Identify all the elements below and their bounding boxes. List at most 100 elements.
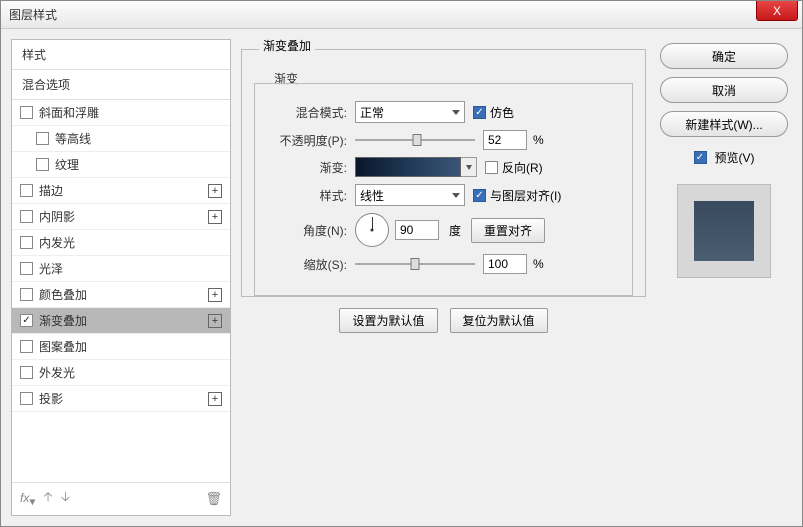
make-default-button[interactable]: 设置为默认值 xyxy=(339,308,437,333)
default-buttons-row: 设置为默认值 复位为默认值 xyxy=(254,308,633,333)
gradient-swatch[interactable] xyxy=(355,157,461,177)
checkbox-icon[interactable] xyxy=(20,288,33,301)
chevron-down-icon xyxy=(452,110,460,115)
scale-input[interactable]: 100 xyxy=(483,254,527,274)
scale-slider[interactable] xyxy=(355,263,475,265)
style-item-drop-shadow[interactable]: 投影 + xyxy=(12,386,230,412)
checkbox-icon[interactable] xyxy=(20,210,33,223)
style-item-satin[interactable]: 光泽 xyxy=(12,256,230,282)
style-item-label: 投影 xyxy=(39,390,208,407)
style-item-label: 等高线 xyxy=(55,130,222,147)
add-effect-icon[interactable]: + xyxy=(208,210,222,224)
ok-button[interactable]: 确定 xyxy=(660,43,788,69)
chevron-down-icon xyxy=(466,165,472,170)
close-icon: X xyxy=(773,4,781,18)
move-down-icon[interactable]: 🡣 xyxy=(61,488,70,510)
blend-mode-select[interactable]: 正常 xyxy=(355,101,465,123)
cancel-button[interactable]: 取消 xyxy=(660,77,788,103)
add-effect-icon[interactable]: + xyxy=(208,288,222,302)
add-effect-icon[interactable]: + xyxy=(208,392,222,406)
trash-icon[interactable]: 🗑 xyxy=(205,491,222,507)
style-item-label: 光泽 xyxy=(39,260,222,277)
chevron-down-icon xyxy=(452,193,460,198)
angle-row: 角度(N): 90 度 重置对齐 xyxy=(267,213,620,247)
checkbox-icon[interactable] xyxy=(36,158,49,171)
gradient-picker-button[interactable] xyxy=(461,157,477,177)
align-checkbox[interactable] xyxy=(473,189,486,202)
blend-mode-label: 混合模式: xyxy=(267,104,355,121)
new-style-button[interactable]: 新建样式(W)... xyxy=(660,111,788,137)
percent-label: % xyxy=(533,133,544,147)
styles-list-panel: 样式 混合选项 斜面和浮雕 等高线 纹理 描边 + 内阴影 xyxy=(11,39,231,516)
angle-unit-label: 度 xyxy=(449,222,461,239)
angle-center-icon xyxy=(371,229,374,232)
fx-menu-icon[interactable]: fx▾ xyxy=(20,490,35,509)
style-select[interactable]: 线性 xyxy=(355,184,465,206)
opacity-slider[interactable] xyxy=(355,139,475,141)
close-button[interactable]: X xyxy=(756,1,798,21)
preview-toggle[interactable]: 预览(V) xyxy=(694,149,755,166)
style-item-label: 斜面和浮雕 xyxy=(39,104,222,121)
layer-style-dialog: 图层样式 X 样式 混合选项 斜面和浮雕 等高线 纹理 描边 xyxy=(0,0,803,527)
style-item-inner-shadow[interactable]: 内阴影 + xyxy=(12,204,230,230)
style-item-gradient-overlay[interactable]: 渐变叠加 + xyxy=(12,308,230,334)
content-area: 样式 混合选项 斜面和浮雕 等高线 纹理 描边 + 内阴影 xyxy=(1,29,802,526)
gradient-inner-fieldset: 混合模式: 正常 仿色 不透明度(P): xyxy=(254,83,633,296)
styles-header[interactable]: 样式 xyxy=(12,40,230,70)
panel-outer-legend: 渐变叠加 xyxy=(259,37,315,54)
checkbox-icon[interactable] xyxy=(20,314,33,327)
style-row: 样式: 线性 与图层对齐(I) xyxy=(267,184,620,206)
opacity-label: 不透明度(P): xyxy=(267,132,355,149)
checkbox-icon[interactable] xyxy=(20,184,33,197)
style-item-label: 内阴影 xyxy=(39,208,208,225)
checkbox-icon[interactable] xyxy=(20,106,33,119)
reverse-checkbox[interactable] xyxy=(485,161,498,174)
titlebar[interactable]: 图层样式 X xyxy=(1,1,802,29)
style-item-pattern-overlay[interactable]: 图案叠加 xyxy=(12,334,230,360)
angle-dial[interactable] xyxy=(355,213,389,247)
add-effect-icon[interactable]: + xyxy=(208,314,222,328)
style-item-inner-glow[interactable]: 内发光 xyxy=(12,230,230,256)
checkbox-icon[interactable] xyxy=(20,392,33,405)
style-item-texture[interactable]: 纹理 xyxy=(12,152,230,178)
preview-label: 预览(V) xyxy=(715,149,755,166)
dither-checkbox[interactable] xyxy=(473,106,486,119)
opacity-input[interactable]: 52 xyxy=(483,130,527,150)
reset-alignment-button[interactable]: 重置对齐 xyxy=(471,218,545,243)
styles-footer: fx▾ 🡡 🡣 🗑 xyxy=(12,482,230,515)
checkbox-icon[interactable] xyxy=(20,340,33,353)
add-effect-icon[interactable]: + xyxy=(208,184,222,198)
blending-options-header[interactable]: 混合选项 xyxy=(12,70,230,100)
dither-label: 仿色 xyxy=(490,104,514,121)
style-item-label: 纹理 xyxy=(55,156,222,173)
right-panel: 确定 取消 新建样式(W)... 预览(V) xyxy=(656,39,792,516)
percent-label: % xyxy=(533,257,544,271)
checkbox-icon[interactable] xyxy=(20,366,33,379)
style-item-bevel[interactable]: 斜面和浮雕 xyxy=(12,100,230,126)
settings-panel: 渐变叠加 渐变 混合模式: 正常 仿色 不透明度 xyxy=(241,39,646,516)
style-item-stroke[interactable]: 描边 + xyxy=(12,178,230,204)
style-item-label: 内发光 xyxy=(39,234,222,251)
checkbox-icon[interactable] xyxy=(20,236,33,249)
preview-checkbox[interactable] xyxy=(694,151,707,164)
style-item-label: 颜色叠加 xyxy=(39,286,208,303)
style-value: 线性 xyxy=(360,187,384,204)
align-label: 与图层对齐(I) xyxy=(490,187,561,204)
gradient-overlay-fieldset: 渐变 混合模式: 正常 仿色 不透明度(P): xyxy=(241,49,646,297)
style-item-label: 外发光 xyxy=(39,364,222,381)
gradient-label: 渐变: xyxy=(267,159,355,176)
angle-label: 角度(N): xyxy=(267,222,355,239)
style-item-contour[interactable]: 等高线 xyxy=(12,126,230,152)
scale-label: 缩放(S): xyxy=(267,256,355,273)
checkbox-icon[interactable] xyxy=(20,262,33,275)
blend-mode-value: 正常 xyxy=(360,104,384,121)
move-up-icon[interactable]: 🡡 xyxy=(43,488,52,510)
checkbox-icon[interactable] xyxy=(36,132,49,145)
preview-box xyxy=(677,184,771,278)
style-item-outer-glow[interactable]: 外发光 xyxy=(12,360,230,386)
angle-input[interactable]: 90 xyxy=(395,220,439,240)
preview-swatch xyxy=(694,201,754,261)
reset-default-button[interactable]: 复位为默认值 xyxy=(450,308,548,333)
blend-mode-row: 混合模式: 正常 仿色 xyxy=(267,101,620,123)
style-item-color-overlay[interactable]: 颜色叠加 + xyxy=(12,282,230,308)
